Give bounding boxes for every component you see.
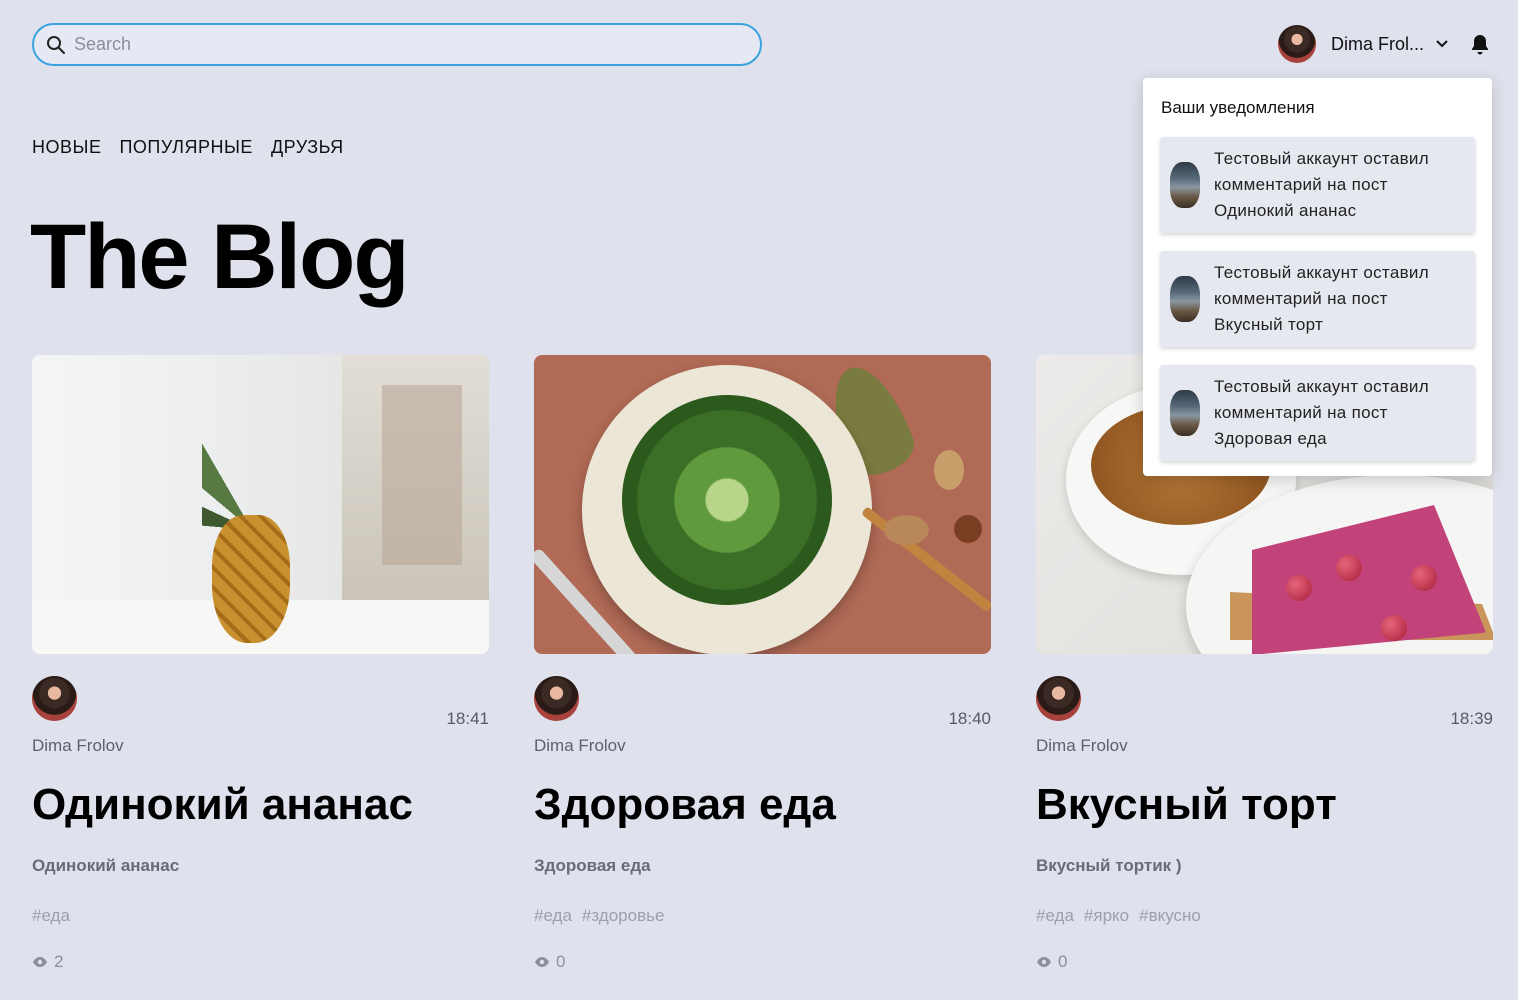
- post-card: 18:40 Dima Frolov Здоровая еда Здоровая …: [534, 355, 991, 972]
- tab-new[interactable]: НОВЫЕ: [32, 137, 101, 158]
- post-time: 18:41: [446, 709, 489, 728]
- eye-icon: [33, 957, 47, 967]
- notifications-title: Ваши уведомления: [1161, 98, 1315, 117]
- post-image[interactable]: [32, 355, 489, 654]
- author-avatar[interactable]: [1036, 676, 1081, 721]
- post-tag[interactable]: #ярко: [1084, 906, 1129, 926]
- bell-icon[interactable]: [1470, 34, 1490, 56]
- post-author[interactable]: Dima Frolov: [534, 736, 626, 756]
- notification-line: Тестовый аккаунт оставил: [1214, 377, 1429, 396]
- search-bar[interactable]: [32, 23, 762, 66]
- post-views: 2: [32, 952, 489, 972]
- post-tag[interactable]: #вкусно: [1139, 906, 1201, 926]
- notification-avatar: [1170, 390, 1200, 436]
- tab-popular[interactable]: ПОПУЛЯРНЫЕ: [119, 137, 252, 158]
- chevron-down-icon: [1436, 40, 1448, 48]
- views-count: 0: [556, 952, 566, 971]
- notification-avatar: [1170, 276, 1200, 322]
- search-input[interactable]: [74, 34, 714, 55]
- notification-post-link: Вкусный торт: [1214, 315, 1324, 334]
- post-image[interactable]: [534, 355, 991, 654]
- eye-icon: [1037, 957, 1051, 967]
- post-tags: #еда #ярко #вкусно: [1036, 906, 1493, 926]
- notification-item[interactable]: Тестовый аккаунт оставил комментарий на …: [1160, 251, 1475, 347]
- user-name: Dima Frol...: [1331, 33, 1425, 54]
- post-tag[interactable]: #еда: [32, 906, 70, 926]
- post-description: Здоровая еда: [534, 856, 651, 875]
- user-menu[interactable]: Dima Frol...: [1278, 24, 1450, 64]
- eye-icon: [535, 957, 549, 967]
- notification-post-link: Здоровая еда: [1214, 429, 1327, 448]
- notification-avatar: [1170, 162, 1200, 208]
- post-card: 18:41 Dima Frolov Одинокий ананас Одинок…: [32, 355, 489, 972]
- post-views: 0: [534, 952, 991, 972]
- author-avatar[interactable]: [534, 676, 579, 721]
- notification-item[interactable]: Тестовый аккаунт оставил комментарий на …: [1160, 137, 1475, 233]
- post-description: Вкусный тортик ): [1036, 856, 1182, 875]
- post-author[interactable]: Dima Frolov: [1036, 736, 1128, 756]
- feed-nav: НОВЫЕ ПОПУЛЯРНЫЕ ДРУЗЬЯ: [32, 137, 344, 158]
- post-title[interactable]: Одинокий ананас: [32, 780, 489, 830]
- notification-text: Тестовый аккаунт оставил комментарий на …: [1214, 374, 1429, 452]
- post-tag[interactable]: #еда: [534, 906, 572, 926]
- post-time: 18:39: [1450, 709, 1493, 728]
- notification-line: комментарий на пост: [1214, 403, 1388, 422]
- post-title[interactable]: Здоровая еда: [534, 780, 991, 830]
- post-tags: #еда #здоровье: [534, 906, 991, 926]
- notification-line: Тестовый аккаунт оставил: [1214, 263, 1429, 282]
- notification-item[interactable]: Тестовый аккаунт оставил комментарий на …: [1160, 365, 1475, 461]
- notification-line: Тестовый аккаунт оставил: [1214, 149, 1429, 168]
- post-title[interactable]: Вкусный торт: [1036, 780, 1493, 830]
- notification-line: комментарий на пост: [1214, 175, 1388, 194]
- notification-text: Тестовый аккаунт оставил комментарий на …: [1214, 260, 1429, 338]
- notification-line: комментарий на пост: [1214, 289, 1388, 308]
- notification-text: Тестовый аккаунт оставил комментарий на …: [1214, 146, 1429, 224]
- post-author[interactable]: Dima Frolov: [32, 736, 124, 756]
- user-avatar: [1278, 25, 1316, 63]
- author-avatar[interactable]: [32, 676, 77, 721]
- notification-post-link: Одинокий ананас: [1214, 201, 1357, 220]
- post-time: 18:40: [948, 709, 991, 728]
- post-tag[interactable]: #здоровье: [582, 906, 665, 926]
- page-title: The Blog: [30, 206, 410, 308]
- views-count: 0: [1058, 952, 1068, 971]
- tab-friends[interactable]: ДРУЗЬЯ: [271, 137, 344, 158]
- post-description: Одинокий ананас: [32, 856, 180, 875]
- post-tag[interactable]: #еда: [1036, 906, 1074, 926]
- views-count: 2: [54, 952, 64, 971]
- search-icon: [47, 35, 65, 54]
- notifications-popover: Ваши уведомления Тестовый аккаунт остави…: [1143, 78, 1492, 476]
- post-tags: #еда: [32, 906, 489, 926]
- post-views: 0: [1036, 952, 1493, 972]
